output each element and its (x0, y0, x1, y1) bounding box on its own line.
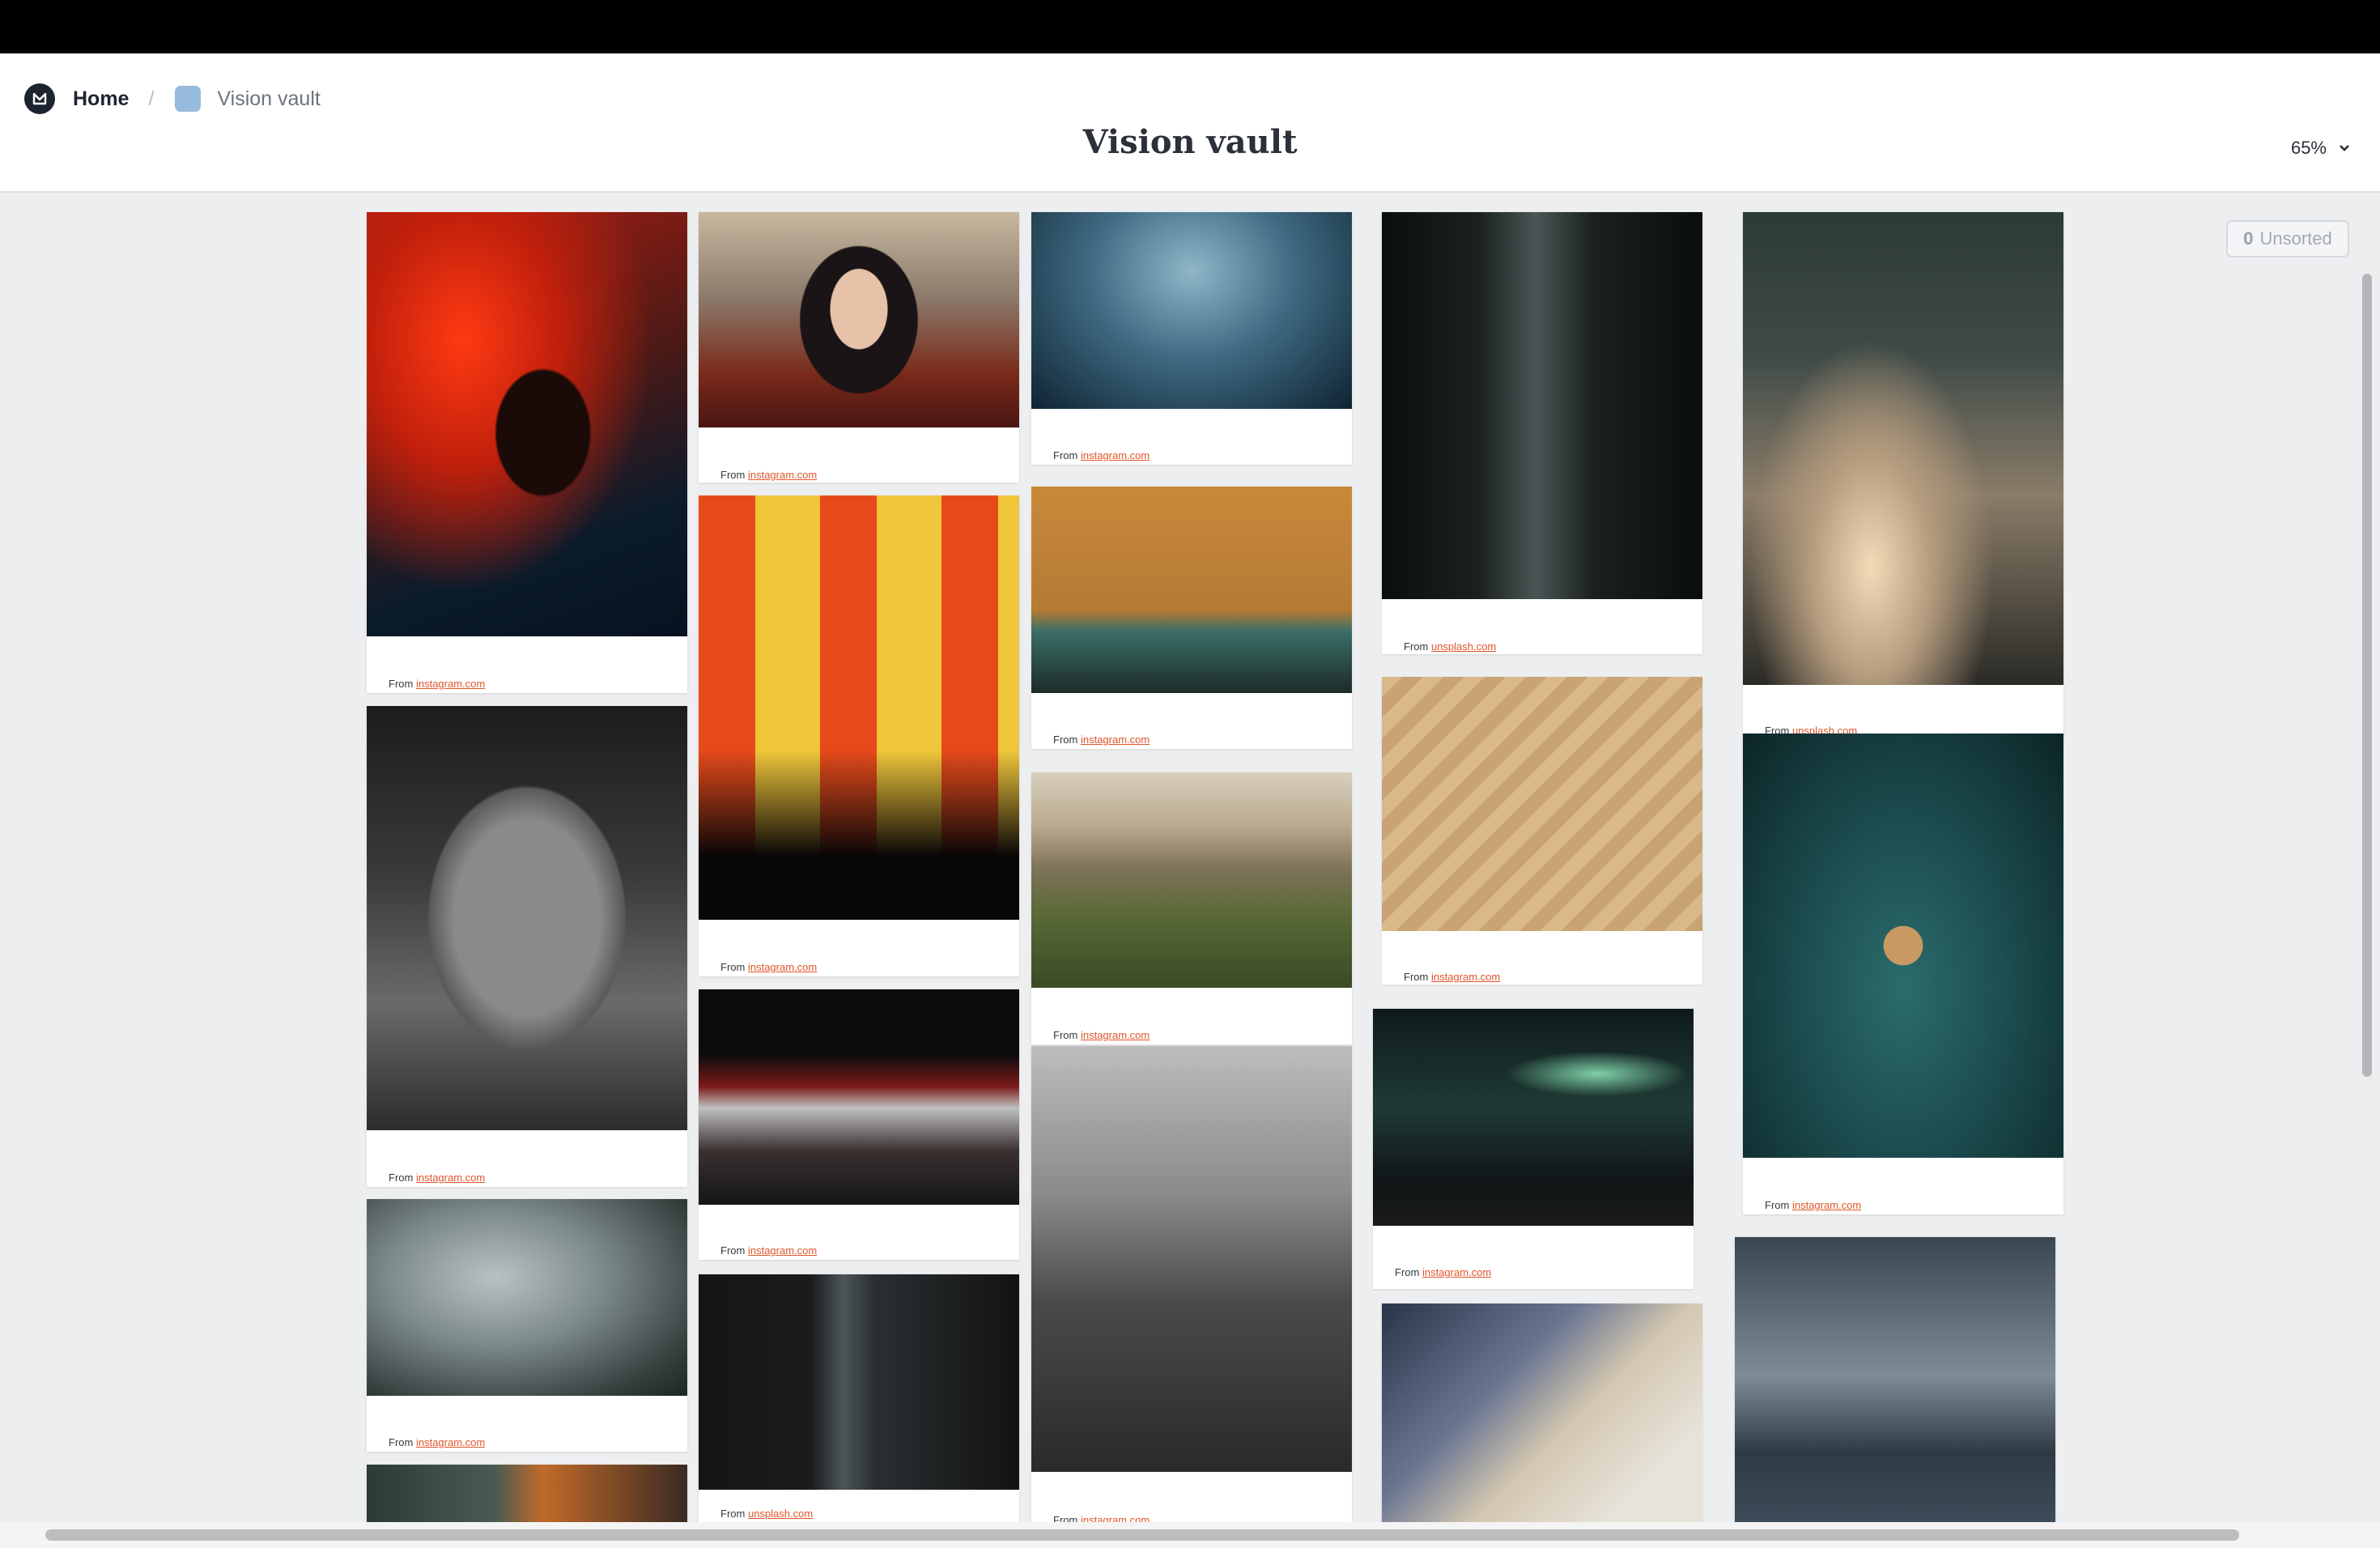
breadcrumb-home[interactable]: Home (73, 87, 129, 111)
source-link[interactable]: instagram.com (1081, 1514, 1150, 1522)
card[interactable]: From instagram.com (367, 212, 687, 693)
source-link[interactable]: unsplash.com (1431, 640, 1496, 653)
card-image (1743, 212, 2063, 685)
app-logo-icon[interactable] (24, 83, 55, 114)
card-image (1031, 212, 1352, 409)
card-image (367, 212, 687, 636)
source-link[interactable]: instagram.com (1081, 449, 1150, 461)
source-link[interactable]: instagram.com (748, 961, 817, 973)
source-link[interactable]: instagram.com (1422, 1266, 1491, 1278)
board-color-icon (175, 86, 202, 112)
source-link[interactable]: instagram.com (1431, 971, 1500, 983)
card-image (1031, 487, 1352, 693)
source-link[interactable]: instagram.com (1792, 1199, 1861, 1211)
card[interactable]: From instagram.com (1031, 772, 1352, 1044)
card[interactable] (367, 1465, 687, 1522)
card-image (699, 1274, 1019, 1490)
board-header: Home / Vision vault Vision vault 65% (0, 53, 2380, 193)
card-image (699, 495, 1019, 920)
card[interactable] (1735, 1237, 2055, 1522)
card[interactable]: From instagram.com (699, 212, 1019, 483)
source-link[interactable]: instagram.com (748, 1244, 817, 1257)
card-caption: From unsplash.com (1404, 640, 1497, 653)
card[interactable]: From instagram.com (699, 495, 1019, 976)
card-image (367, 1199, 687, 1396)
board-canvas[interactable]: From instagram.com From instagram.com Fr… (0, 193, 2380, 1522)
card-image (1382, 212, 1702, 599)
card-image (1743, 734, 2063, 1158)
card-caption: From instagram.com (1053, 1514, 1344, 1522)
card-caption: From instagram.com (1765, 1199, 1862, 1211)
unsorted-button[interactable]: 0 Unsorted (2226, 220, 2349, 257)
zoom-select[interactable]: 65% (2291, 138, 2351, 159)
card-caption: From instagram.com (389, 678, 486, 690)
card-caption: From instagram.com (1053, 449, 1150, 461)
card-image (1735, 1237, 2055, 1522)
card-image (367, 706, 687, 1130)
breadcrumb: Home / Vision vault (24, 74, 321, 123)
card[interactable]: From unsplash.com (1743, 212, 2063, 738)
card[interactable]: From instagram.com (1743, 734, 2063, 1214)
card-caption: From instagram.com (720, 469, 818, 481)
unsorted-label: Unsorted (2259, 228, 2332, 249)
card-caption: From instagram.com (1404, 971, 1501, 983)
card-image (699, 212, 1019, 427)
card[interactable]: From unsplash.com (699, 1274, 1019, 1522)
card-caption: From instagram.com (720, 961, 818, 973)
card-caption: From instagram.com (389, 1172, 486, 1184)
card[interactable]: From instagram.com (367, 706, 687, 1187)
source-link[interactable]: instagram.com (416, 678, 485, 690)
card-image (1382, 677, 1702, 931)
source-link[interactable]: instagram.com (416, 1172, 485, 1184)
source-link[interactable]: instagram.com (1081, 734, 1150, 746)
card-caption: From instagram.com (389, 1436, 486, 1448)
card-image (699, 989, 1019, 1205)
vertical-scrollbar[interactable] (2362, 274, 2372, 1077)
card-image (1031, 1046, 1352, 1472)
card-caption: From instagram.com (1395, 1266, 1492, 1278)
source-link[interactable]: instagram.com (748, 469, 817, 481)
chevron-down-icon (2340, 145, 2349, 151)
card[interactable]: From instagram.com (1031, 487, 1352, 749)
source-link[interactable]: instagram.com (1081, 1029, 1150, 1041)
unsorted-count: 0 (2243, 228, 2254, 249)
card-caption: From instagram.com (1053, 734, 1150, 746)
card[interactable]: From instagram.com (1031, 1046, 1352, 1522)
card[interactable]: From instagram.com (699, 989, 1019, 1260)
card[interactable]: From instagram.com (1031, 212, 1352, 465)
card[interactable]: From instagram.com (1382, 677, 1702, 985)
card-image (1031, 772, 1352, 988)
card[interactable]: From unsplash.com (1382, 212, 1702, 654)
zoom-value: 65% (2290, 138, 2327, 158)
card-caption: From unsplash.com (720, 1508, 814, 1520)
breadcrumb-board[interactable]: Vision vault (217, 87, 320, 111)
card-image (1373, 1009, 1694, 1226)
page-title[interactable]: Vision vault (0, 123, 2380, 161)
card-caption: From instagram.com (1053, 1029, 1150, 1041)
horizontal-scrollbar[interactable] (45, 1529, 2239, 1541)
source-link[interactable]: unsplash.com (748, 1508, 813, 1520)
card-image (1382, 1303, 1702, 1522)
card[interactable] (1382, 1303, 1702, 1522)
source-link[interactable]: instagram.com (416, 1436, 485, 1448)
card[interactable]: From instagram.com (367, 1199, 687, 1452)
card-image (367, 1465, 687, 1522)
card[interactable]: From instagram.com (1373, 1009, 1694, 1289)
card-caption: From instagram.com (720, 1244, 818, 1257)
window-top-bar (0, 0, 2380, 53)
breadcrumb-separator: / (148, 87, 155, 110)
